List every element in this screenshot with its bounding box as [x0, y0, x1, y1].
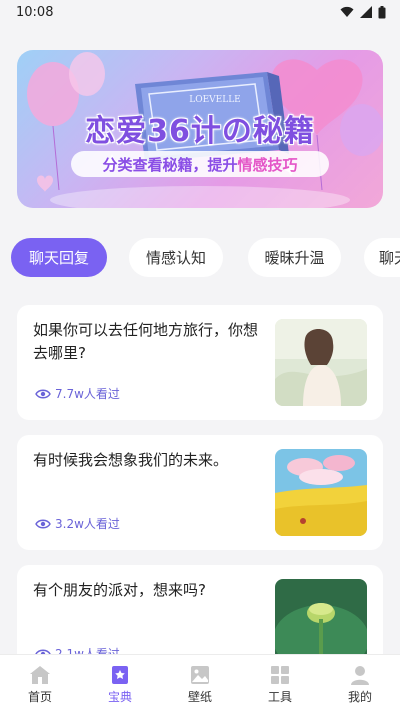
bottom-navigation: 首页 宝典 壁纸 工具 我的 [0, 654, 400, 712]
card-question: 有时候我会想象我们的未来。 [33, 451, 229, 469]
article-card[interactable]: 有时候我会想象我们的未来。 3.2w人看过 [17, 435, 383, 550]
nav-wallpaper[interactable]: 壁纸 [160, 655, 240, 712]
nav-profile[interactable]: 我的 [320, 655, 400, 712]
card-question: 有个朋友的派对，想来吗? [33, 581, 206, 599]
tab-chat[interactable]: 聊天 [364, 238, 400, 277]
status-bar: 10:08 [0, 0, 400, 24]
banner-subtitle: 分类查看秘籍，提升 情感技巧 [71, 151, 329, 177]
nav-label: 壁纸 [187, 690, 212, 704]
eye-icon [35, 389, 51, 398]
status-icons [340, 5, 386, 19]
tab-warming-up[interactable]: 暧昧升温 [248, 238, 341, 277]
view-count: 7.7w人看过 [35, 385, 120, 402]
card-thumbnail [275, 449, 367, 536]
banner-title: 恋爱36计の秘籍 [85, 114, 315, 149]
eye-icon [35, 519, 51, 528]
tab-emotional-cognition[interactable]: 情感认知 [129, 238, 223, 277]
nav-label: 我的 [347, 690, 372, 704]
promo-banner[interactable]: LOEVELLE 恋爱36计の秘籍 分类查看秘籍，提升 情感技巧 [17, 50, 383, 208]
tab-chat-reply[interactable]: 聊天回复 [11, 238, 107, 277]
nav-label: 首页 [27, 690, 52, 704]
view-count-text: 7.7w人看过 [55, 387, 120, 401]
nav-home[interactable]: 首页 [0, 655, 80, 712]
grid-icon [271, 666, 289, 684]
nav-label: 宝典 [107, 690, 132, 704]
banner-subtitle-text: 分类查看秘籍，提升 [102, 155, 238, 174]
person-icon [351, 666, 369, 685]
battery-icon [378, 5, 386, 18]
view-count-text: 3.2w人看过 [55, 517, 120, 531]
card-question: 如果你可以去任何地方旅行，你想去哪里? [33, 321, 259, 362]
card-thumbnail [275, 319, 367, 406]
nav-tools[interactable]: 工具 [240, 655, 320, 712]
signal-icon [360, 6, 372, 18]
svg-text:LOEVELLE: LOEVELLE [189, 95, 241, 105]
banner-subtitle-highlight: 情感技巧 [237, 155, 298, 174]
wifi-icon [340, 6, 354, 17]
status-time: 10:08 [16, 4, 54, 20]
nav-guide[interactable]: 宝典 [80, 655, 160, 712]
category-tabs: 聊天回复 情感认知 暧昧升温 聊天 [0, 238, 400, 278]
card-thumbnail [275, 579, 367, 666]
home-icon [30, 666, 50, 684]
article-card[interactable]: 如果你可以去任何地方旅行，你想去哪里? 7.7w人看过 [17, 305, 383, 420]
book-star-icon [112, 666, 128, 684]
view-count: 3.2w人看过 [35, 515, 120, 532]
nav-label: 工具 [267, 690, 292, 704]
image-icon [191, 666, 209, 684]
